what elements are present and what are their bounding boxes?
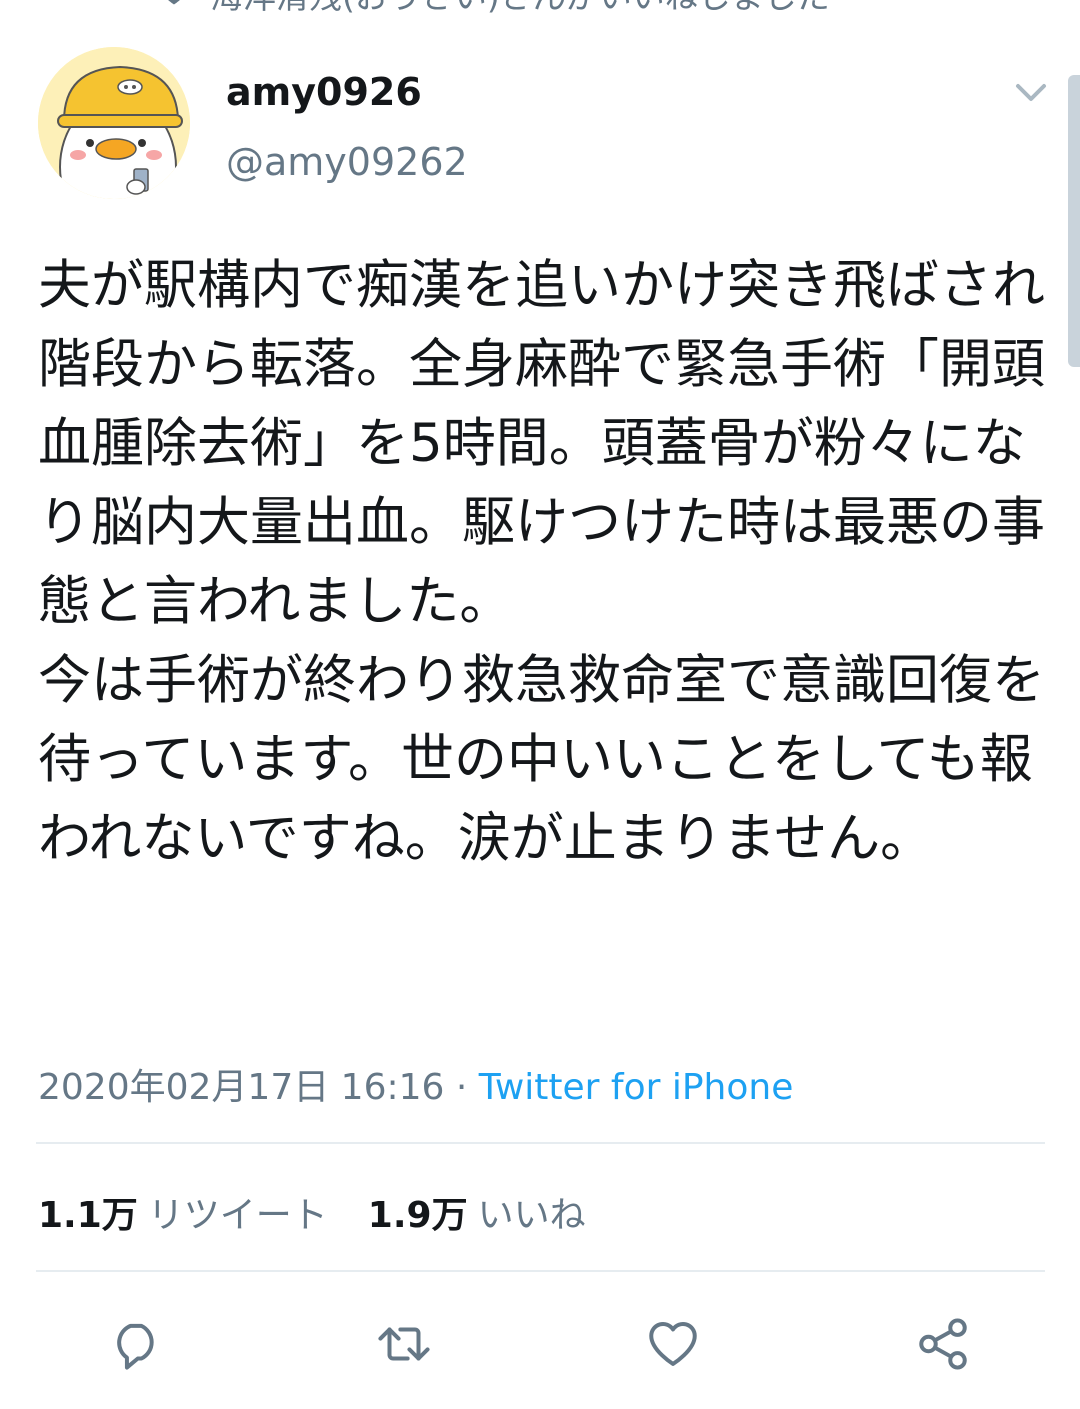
retweet-icon xyxy=(378,1327,430,1361)
retweets-label[interactable]: リツイート xyxy=(148,1186,328,1238)
tweet-stats: 1.1万 リツイート 1.9万 いいね xyxy=(38,1186,586,1238)
divider xyxy=(36,1270,1045,1272)
tweet-meta: 2020年02月17日 16:16 · Twitter for iPhone xyxy=(38,1058,793,1110)
scrollbar[interactable] xyxy=(1068,75,1080,367)
heart-icon xyxy=(168,0,180,5)
reply-button[interactable] xyxy=(104,1312,168,1376)
likes-count[interactable]: 1.9万 xyxy=(368,1186,468,1238)
tweet-actions xyxy=(0,1312,1080,1376)
tweet-text: 夫が駅構内で痴漢を追いかけ突き飛ばされ階段から転落。全身麻酔で緊急手術「開頭血腫… xyxy=(38,255,1045,869)
tweet-source-link[interactable]: Twitter for iPhone xyxy=(479,1067,794,1108)
heart-icon xyxy=(649,1322,697,1366)
tweet-timestamp: 2020年02月17日 16:16 xyxy=(38,1067,445,1108)
retweets-count[interactable]: 1.1万 xyxy=(38,1186,138,1238)
display-name[interactable]: amy0926 xyxy=(226,70,422,114)
divider xyxy=(36,1142,1045,1144)
meta-separator: · xyxy=(455,1067,468,1108)
avatar[interactable] xyxy=(38,47,190,199)
like-button[interactable] xyxy=(641,1312,705,1376)
likes-label[interactable]: いいね xyxy=(478,1186,586,1238)
tweet-detail-screen: 海洋清残(おうさい)さんがいいねしました amy0926 @amy09 xyxy=(0,0,1080,1409)
duck-avatar xyxy=(38,47,190,199)
share-icon xyxy=(919,1318,967,1370)
social-context-text: 海洋清残(おうさい)さんがいいねしました xyxy=(210,0,830,18)
reply-icon xyxy=(117,1323,154,1370)
retweet-button[interactable] xyxy=(372,1312,436,1376)
social-context: 海洋清残(おうさい)さんがいいねしました xyxy=(160,0,830,18)
user-handle[interactable]: @amy09262 xyxy=(226,140,468,184)
chevron-down-icon[interactable] xyxy=(1012,78,1050,106)
share-button[interactable] xyxy=(911,1312,975,1376)
